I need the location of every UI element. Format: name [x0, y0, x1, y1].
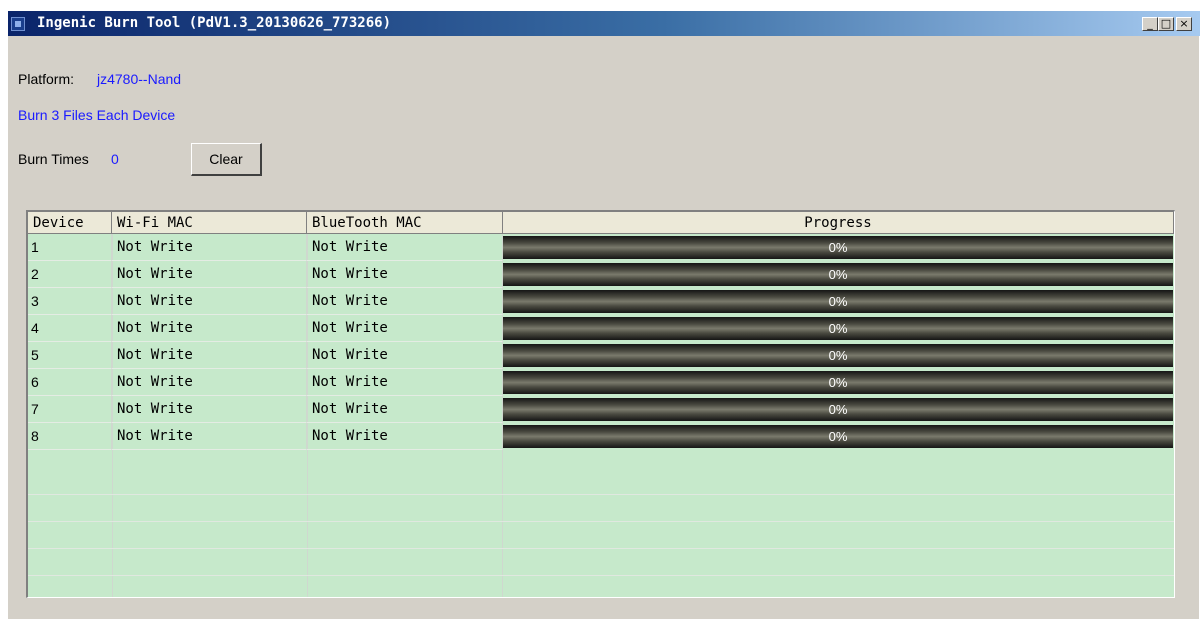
app-icon [11, 17, 25, 31]
wifi-mac-cell: Not Write [112, 288, 307, 315]
table-row[interactable]: 7 Not Write Not Write 0% [28, 396, 1174, 423]
bluetooth-mac-cell: Not Write [307, 288, 503, 315]
close-button[interactable]: × [1176, 17, 1192, 31]
progress-label: 0% [828, 375, 848, 390]
table-row[interactable]: 2 Not Write Not Write 0% [28, 261, 1174, 288]
bluetooth-mac-cell: Not Write [307, 261, 503, 288]
device-table[interactable]: Device Wi-Fi MAC BlueTooth MAC Progress … [26, 210, 1175, 598]
device-cell: 5 [28, 342, 112, 369]
burn-times-value: 0 [111, 151, 119, 167]
device-cell: 1 [28, 234, 112, 261]
bluetooth-mac-cell: Not Write [307, 369, 503, 396]
progress-bar: 0% [503, 317, 1173, 340]
title-bar[interactable]: Ingenic Burn Tool (PdV1.3_20130626_77326… [8, 11, 1200, 36]
progress-bar: 0% [503, 263, 1173, 286]
close-icon: × [1179, 17, 1189, 30]
table-row[interactable]: 1 Not Write Not Write 0% [28, 234, 1174, 261]
bluetooth-mac-cell: Not Write [307, 396, 503, 423]
device-cell: 8 [28, 423, 112, 450]
platform-value: jz4780--Nand [97, 71, 182, 87]
column-header-device[interactable]: Device [28, 212, 112, 234]
table-row[interactable]: 8 Not Write Not Write 0% [28, 423, 1174, 450]
progress-bar: 0% [503, 236, 1173, 259]
column-header-progress[interactable]: Progress [503, 212, 1174, 234]
progress-bar: 0% [503, 425, 1173, 448]
progress-label: 0% [828, 402, 848, 417]
progress-bar: 0% [503, 398, 1173, 421]
empty-row-divider [28, 575, 1174, 576]
clear-button[interactable]: Clear [191, 143, 262, 176]
progress-label: 0% [828, 321, 848, 336]
progress-label: 0% [828, 348, 848, 363]
table-row[interactable]: 4 Not Write Not Write 0% [28, 315, 1174, 342]
bluetooth-mac-cell: Not Write [307, 315, 503, 342]
wifi-mac-cell: Not Write [112, 369, 307, 396]
progress-label: 0% [828, 267, 848, 282]
empty-row-divider [28, 494, 1174, 495]
minimize-icon: _ [1147, 17, 1153, 30]
wifi-mac-cell: Not Write [112, 315, 307, 342]
table-row[interactable]: 3 Not Write Not Write 0% [28, 288, 1174, 315]
device-cell: 2 [28, 261, 112, 288]
progress-label: 0% [828, 240, 848, 255]
wifi-mac-cell: Not Write [112, 261, 307, 288]
maximize-button[interactable]: □ [1158, 17, 1174, 31]
progress-bar: 0% [503, 371, 1173, 394]
minimize-button[interactable]: _ [1142, 17, 1158, 31]
empty-row-divider [28, 548, 1174, 549]
wifi-mac-cell: Not Write [112, 396, 307, 423]
burn-files-info: Burn 3 Files Each Device [18, 107, 176, 123]
wifi-mac-cell: Not Write [112, 234, 307, 261]
device-cell: 4 [28, 315, 112, 342]
window-title: Ingenic Burn Tool (PdV1.3_20130626_77326… [37, 15, 392, 31]
bluetooth-mac-cell: Not Write [307, 423, 503, 450]
burn-times-label: Burn Times [18, 151, 89, 167]
wifi-mac-cell: Not Write [112, 423, 307, 450]
burn-tool-window: Ingenic Burn Tool (PdV1.3_20130626_77326… [7, 10, 1200, 619]
device-cell: 6 [28, 369, 112, 396]
bluetooth-mac-cell: Not Write [307, 234, 503, 261]
bluetooth-mac-cell: Not Write [307, 342, 503, 369]
table-row[interactable]: 6 Not Write Not Write 0% [28, 369, 1174, 396]
progress-label: 0% [828, 429, 848, 444]
column-header-bluetooth-mac[interactable]: BlueTooth MAC [307, 212, 503, 234]
column-header-wifi-mac[interactable]: Wi-Fi MAC [112, 212, 307, 234]
progress-label: 0% [828, 294, 848, 309]
table-header: Device Wi-Fi MAC BlueTooth MAC Progress [28, 212, 1174, 234]
progress-bar: 0% [503, 290, 1173, 313]
maximize-icon: □ [1160, 17, 1172, 30]
platform-label: Platform: [18, 71, 75, 87]
empty-row-divider [28, 521, 1174, 522]
table-row[interactable]: 5 Not Write Not Write 0% [28, 342, 1174, 369]
device-cell: 3 [28, 288, 112, 315]
progress-bar: 0% [503, 344, 1173, 367]
wifi-mac-cell: Not Write [112, 342, 307, 369]
device-cell: 7 [28, 396, 112, 423]
